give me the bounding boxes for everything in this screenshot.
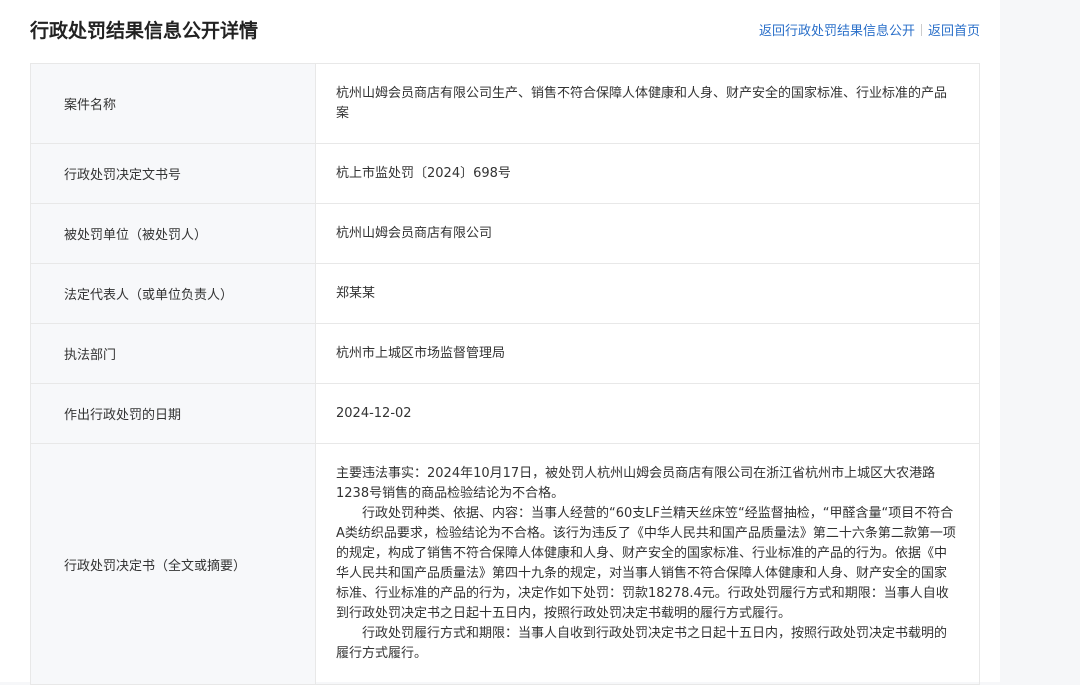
row-label: 被处罚单位（被处罚人） <box>31 204 316 264</box>
case-name: 杭州山姆会员商店有限公司生产、销售不符合保障人体健康和人身、财产安全的国家标准、… <box>316 64 980 144</box>
row-label: 法定代表人（或单位负责人） <box>31 264 316 324</box>
penalty-date: 2024-12-02 <box>316 384 980 444</box>
table-row: 法定代表人（或单位负责人）郑某某 <box>31 264 980 324</box>
row-label: 行政处罚决定书（全文或摘要） <box>31 444 316 685</box>
row-label: 案件名称 <box>31 64 316 144</box>
back-to-home-link[interactable]: 返回首页 <box>928 24 980 39</box>
page: 行政处罚结果信息公开详情 返回行政处罚结果信息公开返回首页 案件名称杭州山姆会员… <box>0 0 1000 682</box>
penalty-decision-text: 主要违法事实：2024年10月17日，被处罚人杭州山姆会员商店有限公司在浙江省杭… <box>316 444 980 685</box>
document-number: 杭上市监处罚〔2024〕698号 <box>316 144 980 204</box>
enforcement-department: 杭州市上城区市场监督管理局 <box>316 324 980 384</box>
penalized-entity: 杭州山姆会员商店有限公司 <box>316 204 980 264</box>
table-row: 被处罚单位（被处罚人）杭州山姆会员商店有限公司 <box>31 204 980 264</box>
back-to-list-link[interactable]: 返回行政处罚结果信息公开 <box>759 24 915 39</box>
table-row: 作出行政处罚的日期2024-12-02 <box>31 384 980 444</box>
divider <box>921 24 922 36</box>
row-label: 行政处罚决定文书号 <box>31 144 316 204</box>
table-row: 案件名称杭州山姆会员商店有限公司生产、销售不符合保障人体健康和人身、财产安全的国… <box>31 64 980 144</box>
legal-representative: 郑某某 <box>316 264 980 324</box>
detail-table: 案件名称杭州山姆会员商店有限公司生产、销售不符合保障人体健康和人身、财产安全的国… <box>30 63 980 685</box>
paragraph: 主要违法事实：2024年10月17日，被处罚人杭州山姆会员商店有限公司在浙江省杭… <box>336 464 959 504</box>
paragraph: 行政处罚种类、依据、内容：当事人经营的“60支LF兰精天丝床笠“经监督抽检，“甲… <box>336 504 959 624</box>
table-row: 执法部门杭州市上城区市场监督管理局 <box>31 324 980 384</box>
header-links: 返回行政处罚结果信息公开返回首页 <box>759 20 980 39</box>
row-label: 作出行政处罚的日期 <box>31 384 316 444</box>
page-title: 行政处罚结果信息公开详情 <box>30 16 258 43</box>
row-label: 执法部门 <box>31 324 316 384</box>
table-row: 行政处罚决定书（全文或摘要） 主要违法事实：2024年10月17日，被处罚人杭州… <box>31 444 980 685</box>
table-row: 行政处罚决定文书号杭上市监处罚〔2024〕698号 <box>31 144 980 204</box>
paragraph: 行政处罚履行方式和期限：当事人自收到行政处罚决定书之日起十五日内，按照行政处罚决… <box>336 624 959 664</box>
